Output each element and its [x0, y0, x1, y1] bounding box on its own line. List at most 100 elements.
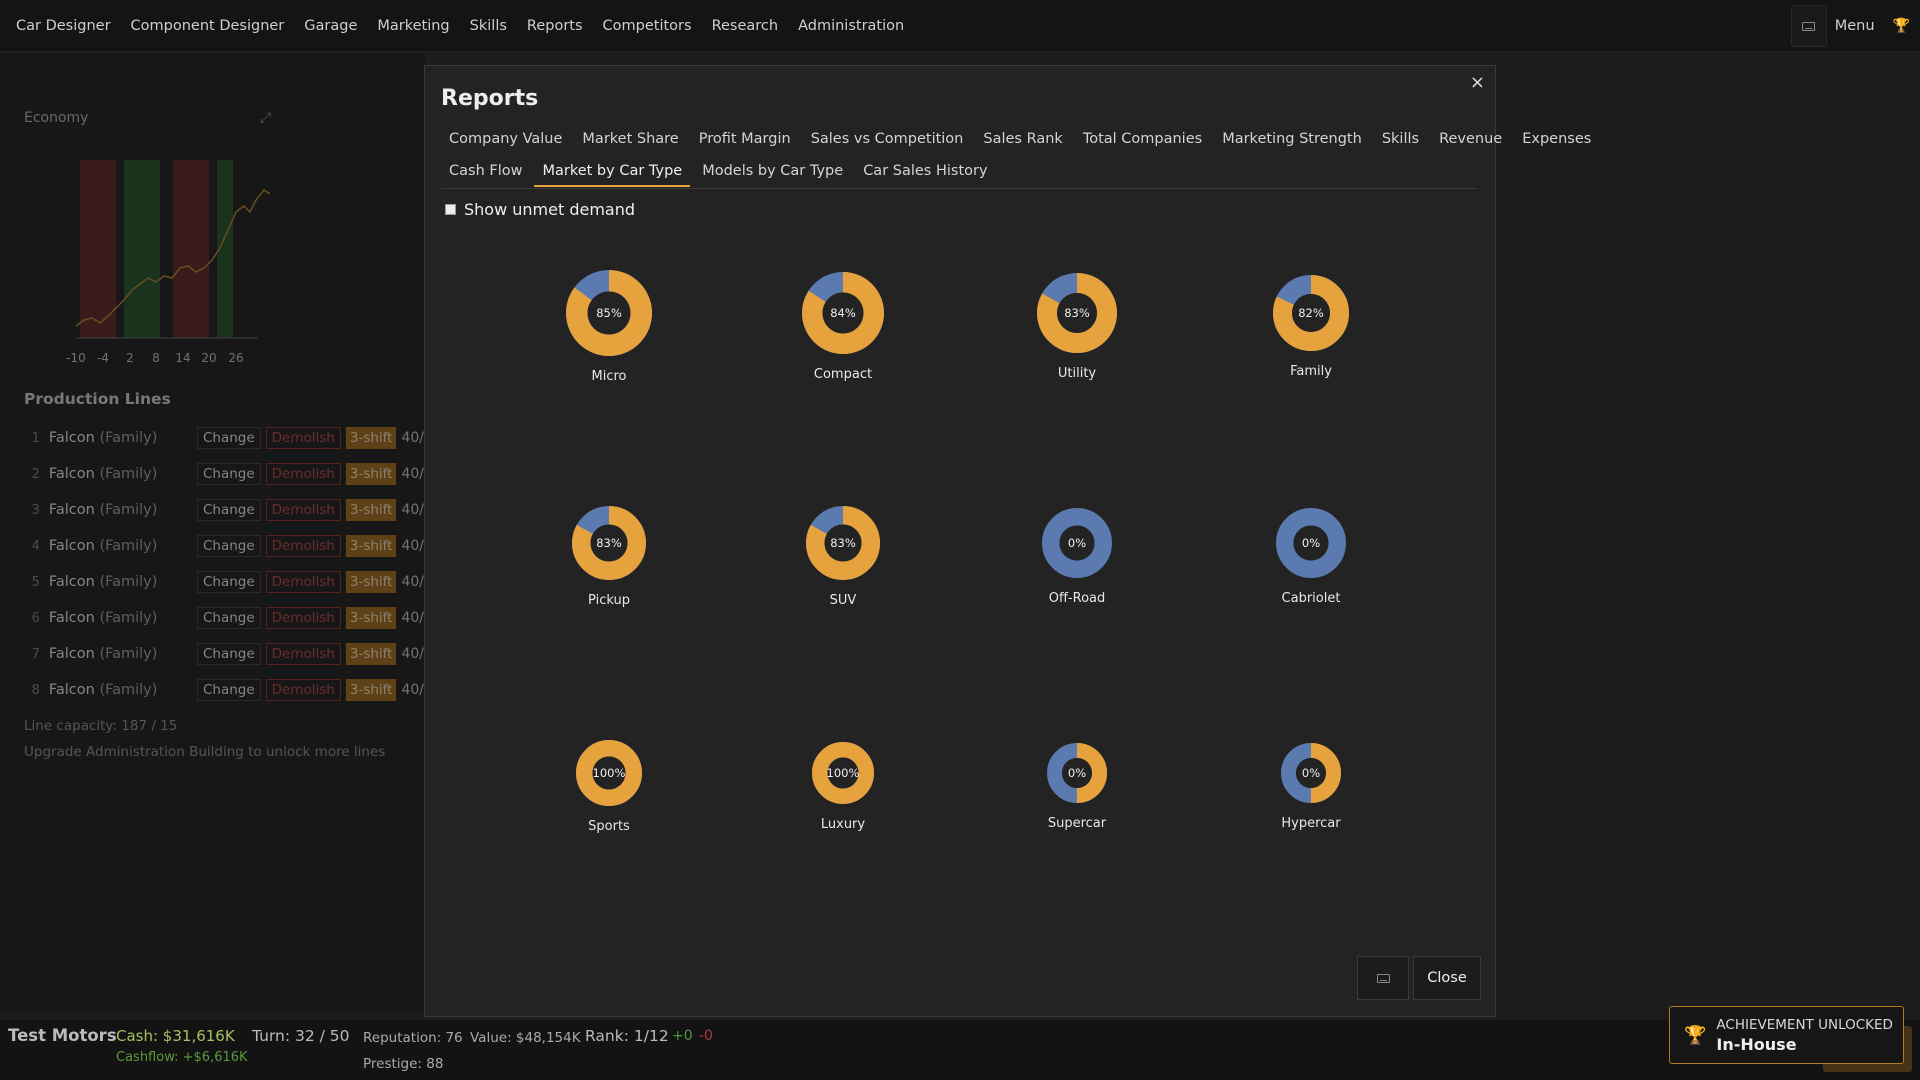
- achievement-toast[interactable]: 🏆 ACHIEVEMENT UNLOCKED In-House: [1669, 1006, 1904, 1064]
- change-button[interactable]: Change: [196, 643, 261, 665]
- nav-competitors[interactable]: Competitors: [593, 18, 702, 34]
- demolish-button[interactable]: Demolish: [265, 463, 341, 485]
- donut-category-label: Cabriolet: [1281, 591, 1341, 606]
- production-line-row: 3 Falcon (Family) Change Demolish 3-shift 40/: [24, 492, 424, 528]
- nav-reports[interactable]: Reports: [517, 18, 593, 34]
- change-button[interactable]: Change: [196, 499, 261, 521]
- shift-button[interactable]: 3-shift: [345, 679, 397, 701]
- demolish-button[interactable]: Demolish: [265, 571, 341, 593]
- change-button[interactable]: Change: [196, 571, 261, 593]
- production-line-row: 7 Falcon (Family) Change Demolish 3-shift 40/: [24, 636, 424, 672]
- donut-chart: 83%: [572, 506, 646, 580]
- economy-x-tick: 20: [201, 351, 216, 365]
- menu-button[interactable]: Menu: [1835, 18, 1875, 34]
- line-capacity: Line capacity: 187 / 15: [24, 718, 178, 734]
- donut-chart: 0%: [1042, 508, 1112, 578]
- donut-cabriolet: 0% Cabriolet: [1211, 507, 1411, 606]
- line-capacity-value: 40/: [401, 574, 424, 590]
- achievement-heading: ACHIEVEMENT UNLOCKED: [1716, 1016, 1893, 1033]
- production-line-row: 6 Falcon (Family) Change Demolish 3-shift 40/: [24, 600, 424, 636]
- model-type: (Family): [99, 502, 158, 518]
- nav-research[interactable]: Research: [702, 18, 789, 34]
- production-lines-title: Production Lines: [24, 390, 171, 408]
- donut-pickup: 83% Pickup: [509, 505, 709, 608]
- change-button[interactable]: Change: [196, 607, 261, 629]
- trophy-icon[interactable]: 🏆: [1893, 18, 1910, 34]
- line-number: 5: [31, 574, 40, 590]
- donut-category-label: Pickup: [588, 593, 630, 608]
- donut-category-label: Micro: [591, 369, 627, 384]
- economy-band: [124, 160, 160, 338]
- demolish-button[interactable]: Demolish: [265, 535, 341, 557]
- donut-off-road: 0% Off-Road: [977, 507, 1177, 606]
- keyboard-shortcuts-button[interactable]: [1357, 956, 1409, 1000]
- line-number: 7: [31, 646, 40, 662]
- shift-button[interactable]: 3-shift: [345, 535, 397, 557]
- economy-x-tick: 2: [126, 351, 134, 365]
- donut-compact: 84% Compact: [743, 271, 943, 382]
- donut-hypercar: 0% Hypercar: [1211, 742, 1411, 831]
- donut-category-label: Compact: [813, 367, 873, 382]
- economy-chart: -10 -4 2 8 14 20 26: [66, 160, 270, 365]
- donut-category-label: Supercar: [1047, 816, 1107, 831]
- nav-administration[interactable]: Administration: [788, 18, 914, 34]
- model-type: (Family): [99, 466, 158, 482]
- donut-chart: 0%: [1276, 508, 1346, 578]
- production-line-row: 8 Falcon (Family) Change Demolish 3-shift 40/: [24, 672, 424, 708]
- nav-skills[interactable]: Skills: [460, 18, 517, 34]
- line-capacity-value: 40/: [401, 502, 424, 518]
- keyboard-icon: [1802, 21, 1816, 31]
- line-capacity-value: 40/: [401, 610, 424, 626]
- demolish-button[interactable]: Demolish: [265, 499, 341, 521]
- close-button[interactable]: Close: [1413, 956, 1481, 1000]
- donut-category-label: Sports: [588, 819, 630, 834]
- company-name: Test Motors: [8, 1026, 117, 1045]
- reports-modal: Reports × Company Value Market Share Profi…: [424, 65, 1591, 1017]
- shift-button[interactable]: 3-shift: [345, 427, 397, 449]
- demolish-button[interactable]: Demolish: [265, 427, 341, 449]
- change-button[interactable]: Change: [196, 463, 261, 485]
- line-number: 4: [31, 538, 40, 554]
- line-capacity-value: 40/: [401, 646, 424, 662]
- expand-icon[interactable]: ⤢: [260, 110, 271, 126]
- economy-x-tick: 14: [175, 351, 190, 365]
- demolish-button[interactable]: Demolish: [265, 643, 341, 665]
- line-model: Falcon (Family): [49, 502, 197, 518]
- donut-utility: 83% Utility: [977, 272, 1177, 381]
- economy-band: [80, 160, 116, 338]
- keyboard-icon: [1376, 973, 1390, 983]
- demolish-button[interactable]: Demolish: [265, 607, 341, 629]
- donut-chart: 0%: [1047, 743, 1107, 803]
- demolish-button[interactable]: Demolish: [265, 679, 341, 701]
- shift-button[interactable]: 3-shift: [345, 571, 397, 593]
- donut-percent-label: 0%: [1068, 536, 1086, 550]
- change-button[interactable]: Change: [196, 679, 261, 701]
- achievement-name: In-House: [1716, 1034, 1797, 1054]
- cash-value: Cash: $31,616K: [116, 1027, 235, 1045]
- donut-percent-label: 84%: [830, 306, 856, 320]
- donut-percent-label: 85%: [596, 306, 622, 320]
- upgrade-note: Upgrade Administration Building to unloc…: [24, 744, 386, 760]
- model-name: Falcon: [48, 502, 95, 518]
- trophy-icon: 🏆: [1684, 1024, 1707, 1046]
- shift-button[interactable]: 3-shift: [345, 463, 397, 485]
- donut-percent-label: 100%: [593, 766, 626, 780]
- shift-button[interactable]: 3-shift: [345, 643, 397, 665]
- model-name: Falcon: [48, 646, 95, 662]
- nav-component-designer[interactable]: Component Designer: [121, 18, 295, 34]
- economy-x-tick: 8: [152, 351, 160, 365]
- change-button[interactable]: Change: [196, 535, 261, 557]
- tab-expenses[interactable]: Expenses: [1514, 125, 1599, 155]
- nav-garage[interactable]: Garage: [294, 18, 367, 34]
- model-type: (Family): [99, 430, 158, 446]
- nav-car-designer[interactable]: Car Designer: [0, 18, 121, 34]
- donut-chart: 84%: [802, 272, 884, 354]
- shift-button[interactable]: 3-shift: [345, 607, 397, 629]
- shift-button[interactable]: 3-shift: [345, 499, 397, 521]
- model-type: (Family): [99, 610, 158, 626]
- change-button[interactable]: Change: [196, 427, 261, 449]
- donut-micro: 85% Micro: [509, 269, 709, 384]
- keyboard-shortcuts-button[interactable]: [1790, 5, 1827, 47]
- donut-chart: 0%: [1281, 743, 1341, 803]
- nav-marketing[interactable]: Marketing: [367, 18, 459, 34]
